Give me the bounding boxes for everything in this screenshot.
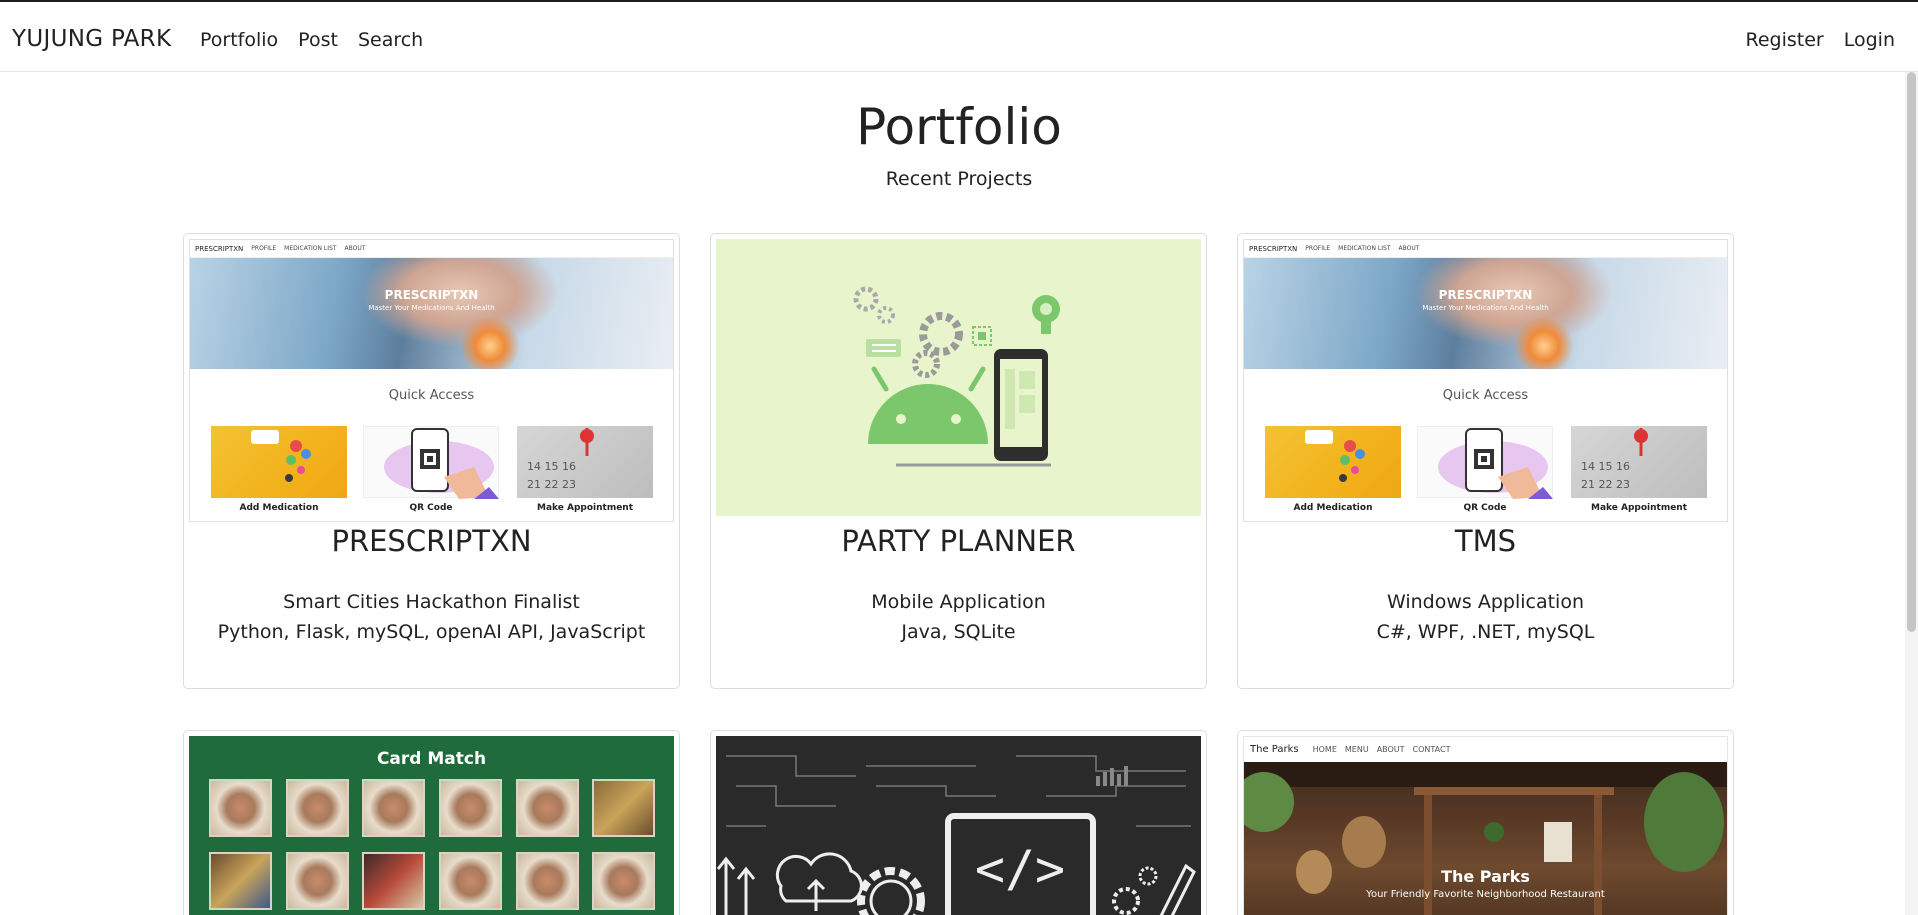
thumb-hero-image: PRESCRIPTXN Master Your Medications And …: [1244, 258, 1727, 369]
project-type: Mobile Application: [871, 591, 1046, 613]
svg-text:21 22 23: 21 22 23: [1581, 478, 1630, 491]
thumb-hero-title: The Parks: [1441, 867, 1530, 886]
thumb-nav: PRESCRIPTXN PROFILE MEDICATION LIST ABOU…: [190, 240, 673, 258]
brand-link[interactable]: YUJUNG PARK: [12, 26, 171, 52]
scrollbar-thumb[interactable]: [1907, 72, 1916, 632]
hand-image: [360, 258, 560, 348]
playing-card-image: [439, 852, 502, 910]
playing-card-image: [286, 852, 349, 910]
android-illustration: [853, 286, 1060, 467]
thumb-nav-item: ABOUT: [1398, 245, 1420, 252]
thumb-nav-item: MENU: [1344, 745, 1369, 754]
playing-card-image: [516, 779, 579, 837]
project-card-card-match[interactable]: Card Match: [183, 730, 680, 915]
playing-card-image: [439, 779, 502, 837]
tile-label: Make Appointment: [1590, 503, 1688, 513]
svg-text:14 15 16: 14 15 16: [527, 460, 576, 473]
thumb-nav-item: MEDICATION LIST: [284, 245, 337, 252]
project-card-code[interactable]: </>: [710, 730, 1207, 915]
tile-label: Add Medication: [239, 503, 319, 513]
project-thumbnail[interactable]: PRESCRIPTXN PROFILE MEDICATION LIST ABOU…: [189, 239, 674, 522]
thumb-hero-tagline: Master Your Medications And Health: [1422, 304, 1549, 312]
thumb-nav-item: PROFILE: [1305, 245, 1331, 252]
thumb-nav-item: MEDICATION LIST: [1338, 245, 1391, 252]
qr-code-image: [363, 426, 499, 499]
thumb-quick-access: Quick Access: [1442, 388, 1529, 403]
thumb-quick-access: Quick Access: [388, 388, 475, 403]
qr-code-image: [1417, 426, 1553, 499]
project-thumbnail[interactable]: </>: [716, 736, 1201, 915]
thumb-nav-item: ABOUT: [344, 245, 366, 252]
page-subtitle: Recent Projects: [885, 168, 1033, 190]
playing-card-image: [592, 779, 655, 837]
project-title: PRESCRIPTXN: [331, 524, 532, 558]
playing-card-image: [362, 779, 425, 837]
circuit-illustration: </>: [716, 755, 1196, 915]
nav-link-search[interactable]: Search: [358, 29, 423, 51]
project-title: PARTY PLANNER: [841, 524, 1076, 558]
navbar: YUJUNG PARK Portfolio Post Search Regist…: [0, 2, 1918, 72]
page-scrollbar[interactable]: [1905, 72, 1918, 915]
nav-auth-links: Register Login: [1746, 29, 1896, 51]
thumb-nav-item: PROFILE: [251, 245, 277, 252]
thumb-nav-item: CONTACT: [1412, 745, 1451, 754]
project-thumbnail[interactable]: The Parks HOME MENU ABOUT CONTACT The Pa…: [1243, 736, 1728, 915]
thumb-nav-brand: PRESCRIPTXN: [1249, 244, 1298, 253]
thumb-nav-brand: The Parks: [1250, 744, 1299, 755]
code-symbol: </>: [975, 840, 1065, 898]
project-type: Windows Application: [1386, 591, 1584, 613]
project-description: Windows Application C#, WPF, .NET, mySQL: [1238, 587, 1733, 647]
tile-label: QR Code: [409, 503, 453, 513]
nav-link-portfolio[interactable]: Portfolio: [200, 29, 278, 51]
project-card-prescriptxn[interactable]: PRESCRIPTXN PROFILE MEDICATION LIST ABOU…: [183, 233, 680, 689]
project-tech-stack: Python, Flask, mySQL, openAI API, JavaSc…: [217, 621, 646, 643]
glow-image: [1514, 316, 1574, 369]
project-card-party-planner[interactable]: PARTY PLANNER Mobile Application Java, S…: [710, 233, 1207, 689]
thumb-nav-brand: PRESCRIPTXN: [195, 244, 244, 253]
tile-label: Make Appointment: [536, 503, 634, 513]
project-description: Smart Cities Hackathon Finalist Python, …: [184, 587, 679, 647]
calendar-image: 14 15 16 21 22 23: [1571, 426, 1707, 498]
playing-card-image: [209, 779, 272, 837]
thumb-hero-title: PRESCRIPTXN: [384, 288, 479, 302]
nav-link-post[interactable]: Post: [298, 29, 338, 51]
thumb-hero-tagline: Master Your Medications And Health: [368, 304, 495, 312]
register-link[interactable]: Register: [1746, 29, 1824, 51]
thumb-hero-title: PRESCRIPTXN: [1438, 288, 1533, 302]
project-award: Smart Cities Hackathon Finalist: [283, 591, 580, 613]
thumb-hero-tagline: Your Friendly Favorite Neighborhood Rest…: [1366, 889, 1605, 900]
project-tech-stack: Java, SQLite: [901, 621, 1016, 643]
thumb-nav: The Parks HOME MENU ABOUT CONTACT: [1244, 737, 1727, 762]
project-card-tms[interactable]: PRESCRIPTXN PROFILE MEDICATION LIST ABOU…: [1237, 233, 1734, 689]
medication-image: [1265, 426, 1401, 498]
thumb-nav-item: ABOUT: [1376, 745, 1405, 754]
login-link[interactable]: Login: [1844, 29, 1895, 51]
playing-card-image: [362, 852, 425, 910]
project-card-the-parks[interactable]: The Parks HOME MENU ABOUT CONTACT The Pa…: [1237, 730, 1734, 915]
playing-card-image: [592, 852, 655, 910]
playing-card-image: [516, 852, 579, 910]
project-description: Mobile Application Java, SQLite: [711, 587, 1206, 647]
project-thumbnail[interactable]: [716, 239, 1201, 516]
playing-card-image: [209, 852, 272, 910]
page-title: Portfolio: [856, 98, 1062, 156]
glow-image: [460, 316, 520, 369]
project-title: TMS: [1454, 524, 1517, 558]
nav-links: Portfolio Post Search: [200, 29, 423, 51]
svg-text:21 22 23: 21 22 23: [527, 478, 576, 491]
project-tech-stack: C#, WPF, .NET, mySQL: [1376, 621, 1595, 643]
project-thumbnail[interactable]: PRESCRIPTXN PROFILE MEDICATION LIST ABOU…: [1243, 239, 1728, 522]
thumb-hero-image: PRESCRIPTXN Master Your Medications And …: [190, 258, 673, 369]
project-thumbnail[interactable]: Card Match: [189, 736, 674, 915]
thumb-nav: PRESCRIPTXN PROFILE MEDICATION LIST ABOU…: [1244, 240, 1727, 258]
svg-text:14 15 16: 14 15 16: [1581, 460, 1630, 473]
thumb-title: Card Match: [376, 749, 487, 769]
playing-card-image: [286, 779, 349, 837]
hand-image: [1414, 258, 1614, 348]
thumb-nav-item: HOME: [1312, 745, 1337, 754]
tile-label: QR Code: [1463, 503, 1507, 513]
tile-label: Add Medication: [1293, 503, 1373, 513]
calendar-image: 14 15 16 21 22 23: [517, 426, 653, 498]
medication-image: [211, 426, 347, 498]
